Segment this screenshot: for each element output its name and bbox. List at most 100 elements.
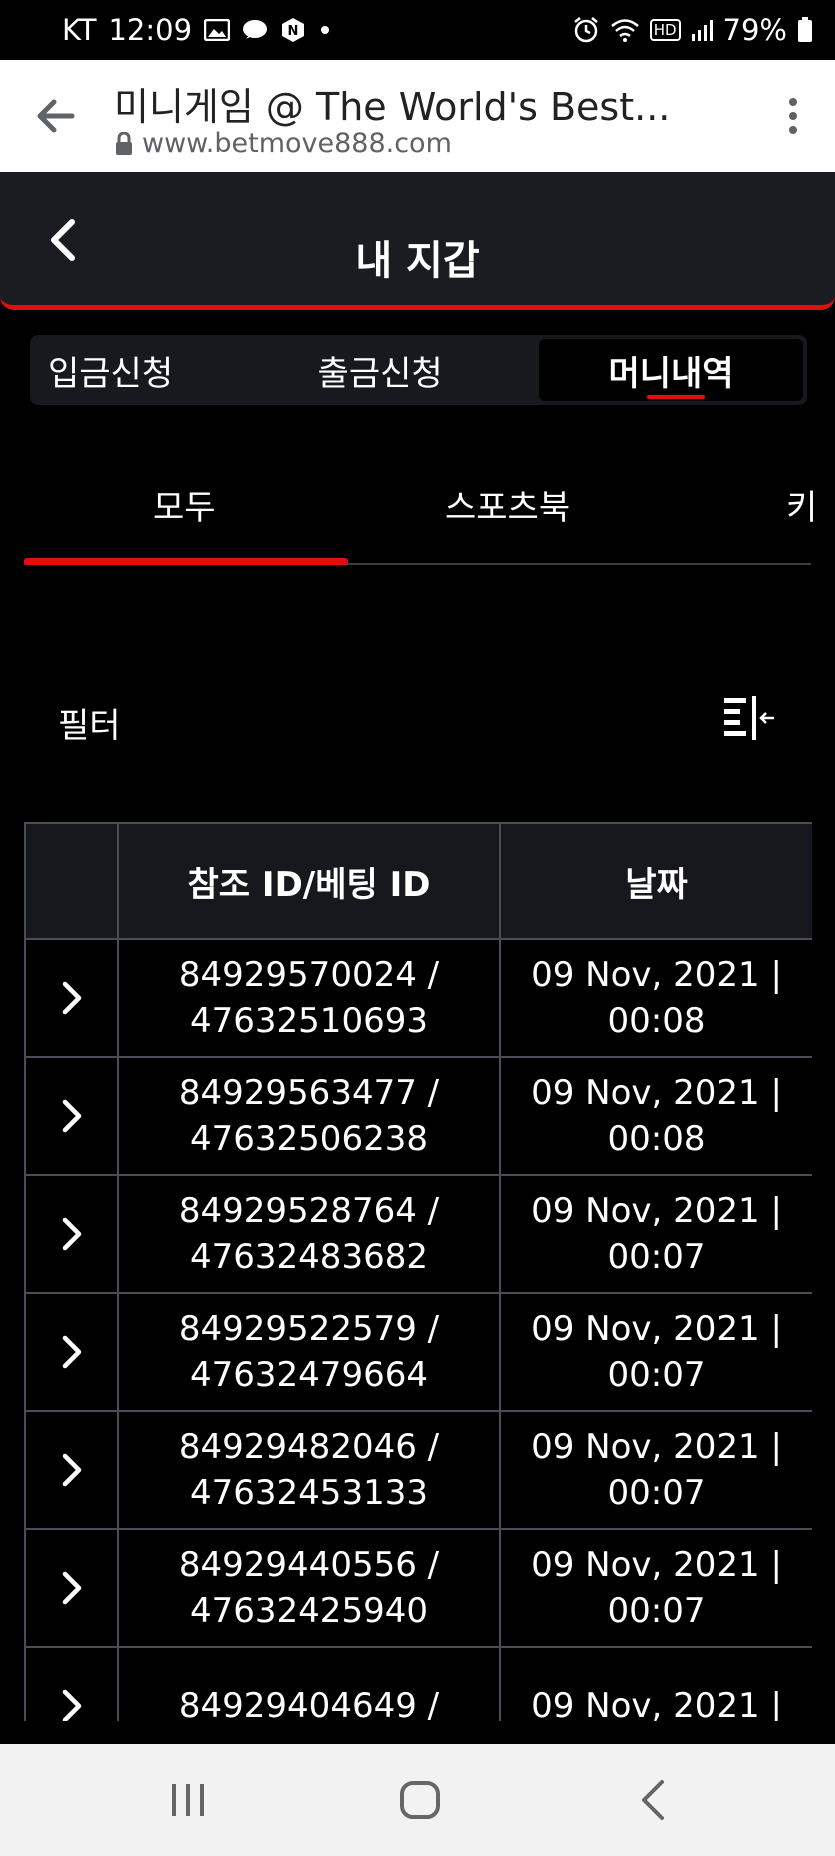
status-bar: KT 12:09 N HD 79% [0, 0, 835, 60]
carrier-label: KT [62, 13, 97, 47]
reference-id: 84929570024 / [178, 955, 440, 995]
filter-toggle-button[interactable] [722, 696, 776, 740]
date-cell: 09 Nov, 2021 | 00:07 [499, 1292, 812, 1412]
browser-back-button[interactable] [32, 92, 80, 140]
reference-id-cell: 84929404649 / [117, 1646, 501, 1721]
bet-id: 47632425940 [190, 1591, 428, 1631]
transaction-table-container: 참조 ID/베팅 ID 날짜 84929570024 / 47632510693 0… [24, 822, 812, 1721]
bet-id: 47632506238 [190, 1119, 428, 1159]
reference-id: 84929404649 / [178, 1686, 440, 1721]
row-expand-cell[interactable] [24, 1646, 119, 1721]
reference-id-cell: 84929563477 / 47632506238 [117, 1056, 501, 1176]
table-row[interactable]: 84929440556 / 47632425940 09 Nov, 2021 | 00… [24, 1528, 812, 1648]
date-cell: 09 Nov, 2021 | 00:08 [499, 938, 812, 1058]
dot-icon [318, 23, 332, 37]
time-value: 00:08 [607, 1119, 706, 1159]
chevron-right-icon [62, 981, 81, 1015]
row-expand-cell[interactable] [24, 938, 119, 1058]
time-value: 00:07 [607, 1591, 706, 1631]
tab-deposit[interactable]: 입금신청 [30, 339, 296, 401]
table-row[interactable]: 84929482046 / 47632453133 09 Nov, 2021 | 00… [24, 1410, 812, 1530]
date-value: 09 Nov, 2021 | [531, 1427, 782, 1467]
table-row[interactable]: 84929522579 / 47632479664 09 Nov, 2021 | 00… [24, 1292, 812, 1412]
hd-badge: HD [649, 19, 681, 41]
wallet-tabs: 입금신청 출금신청 머니내역 [30, 335, 807, 405]
chat-icon [242, 19, 268, 41]
date-value: 09 Nov, 2021 | [531, 955, 782, 995]
tab-withdraw-label: 출금신청 [317, 353, 443, 394]
back-chevron-icon [642, 1780, 664, 1820]
alarm-icon [572, 16, 600, 44]
reference-id-cell: 84929522579 / 47632479664 [117, 1292, 501, 1412]
system-back-button[interactable] [636, 1778, 672, 1822]
time-value: 00:07 [607, 1473, 706, 1513]
row-expand-cell[interactable] [24, 1292, 119, 1412]
battery-percent: 79% [722, 13, 787, 47]
tab-money-history[interactable]: 머니내역 [539, 339, 803, 401]
category-tab-all[interactable]: 모두 [153, 480, 216, 529]
recent-apps-icon [172, 1784, 204, 1816]
chevron-right-icon [62, 1099, 81, 1133]
header-expand [24, 822, 119, 940]
chevron-right-icon [62, 1217, 81, 1251]
date-cell: 09 Nov, 2021 | 00:08 [499, 1056, 812, 1176]
table-row[interactable]: 84929563477 / 47632506238 09 Nov, 2021 | 00… [24, 1056, 812, 1176]
wifi-icon [610, 17, 640, 43]
browser-toolbar: 미니게임 @ The World's Best... www.betmove88… [0, 60, 835, 172]
address-bar[interactable]: www.betmove888.com [114, 128, 452, 159]
date-cell: 09 Nov, 2021 | 00:07 [499, 1528, 812, 1648]
reference-id: 84929482046 / [178, 1427, 440, 1467]
category-tab-partial[interactable]: 키 [786, 480, 817, 529]
system-nav-bar [0, 1744, 835, 1856]
row-expand-cell[interactable] [24, 1528, 119, 1648]
date-value: 09 Nov, 2021 | [531, 1686, 782, 1721]
gallery-icon [204, 19, 231, 41]
row-expand-cell[interactable] [24, 1410, 119, 1530]
more-vert-icon [789, 98, 797, 134]
hd-label: HD [653, 21, 677, 39]
category-tabs: 모두 스포츠북 키 [24, 460, 817, 565]
page-title-tab: 미니게임 @ The World's Best... [114, 85, 671, 129]
date-value: 09 Nov, 2021 | [531, 1073, 782, 1113]
bet-id: 47632479664 [190, 1355, 428, 1395]
reference-id: 84929522579 / [178, 1309, 440, 1349]
date-cell: 09 Nov, 2021 | [499, 1646, 812, 1721]
tab-withdraw[interactable]: 출금신청 [296, 339, 540, 401]
reference-id-cell: 84929528764 / 47632483682 [117, 1174, 501, 1294]
table-row[interactable]: 84929528764 / 47632483682 09 Nov, 2021 | 00… [24, 1174, 812, 1294]
date-cell: 09 Nov, 2021 | 00:07 [499, 1410, 812, 1530]
row-expand-cell[interactable] [24, 1056, 119, 1176]
svg-text:N: N [288, 24, 299, 39]
battery-icon [797, 17, 813, 43]
recent-apps-button[interactable] [168, 1778, 208, 1822]
filter-label: 필터 [58, 706, 121, 746]
chevron-right-icon [62, 1335, 81, 1369]
signal-icon [691, 18, 713, 42]
reference-id: 84929563477 / [178, 1073, 440, 1113]
home-icon [400, 1781, 440, 1819]
chevron-right-icon [62, 1689, 81, 1721]
table-row[interactable]: 84929570024 / 47632510693 09 Nov, 2021 | 00… [24, 938, 812, 1058]
row-expand-cell[interactable] [24, 1174, 119, 1294]
category-active-indicator [24, 558, 348, 565]
tab-deposit-label: 입금신청 [48, 353, 174, 394]
tab-money-history-label: 머니내역 [608, 353, 734, 394]
category-tab-sportsbook[interactable]: 스포츠북 [445, 480, 570, 529]
browser-menu-button[interactable] [781, 92, 805, 140]
date-value: 09 Nov, 2021 | [531, 1309, 782, 1349]
table-row[interactable]: 84929404649 / 09 Nov, 2021 | [24, 1646, 812, 1721]
clock: 12:09 [108, 13, 193, 47]
date-value: 09 Nov, 2021 | [531, 1545, 782, 1585]
date-value: 09 Nov, 2021 | [531, 1191, 782, 1231]
header-reference-id: 참조 ID/베팅 ID [117, 822, 501, 940]
wallet-title: 내 지갑 [355, 238, 480, 284]
lock-icon [116, 131, 132, 155]
time-value: 00:07 [607, 1237, 706, 1277]
active-tab-indicator [647, 395, 706, 399]
header-date: 날짜 [499, 822, 812, 940]
date-cell: 09 Nov, 2021 | 00:07 [499, 1174, 812, 1294]
filter-collapse-icon [724, 696, 774, 740]
table-header-row: 참조 ID/베팅 ID 날짜 [24, 822, 812, 940]
home-button[interactable] [398, 1778, 442, 1822]
naver-icon: N [280, 17, 306, 43]
